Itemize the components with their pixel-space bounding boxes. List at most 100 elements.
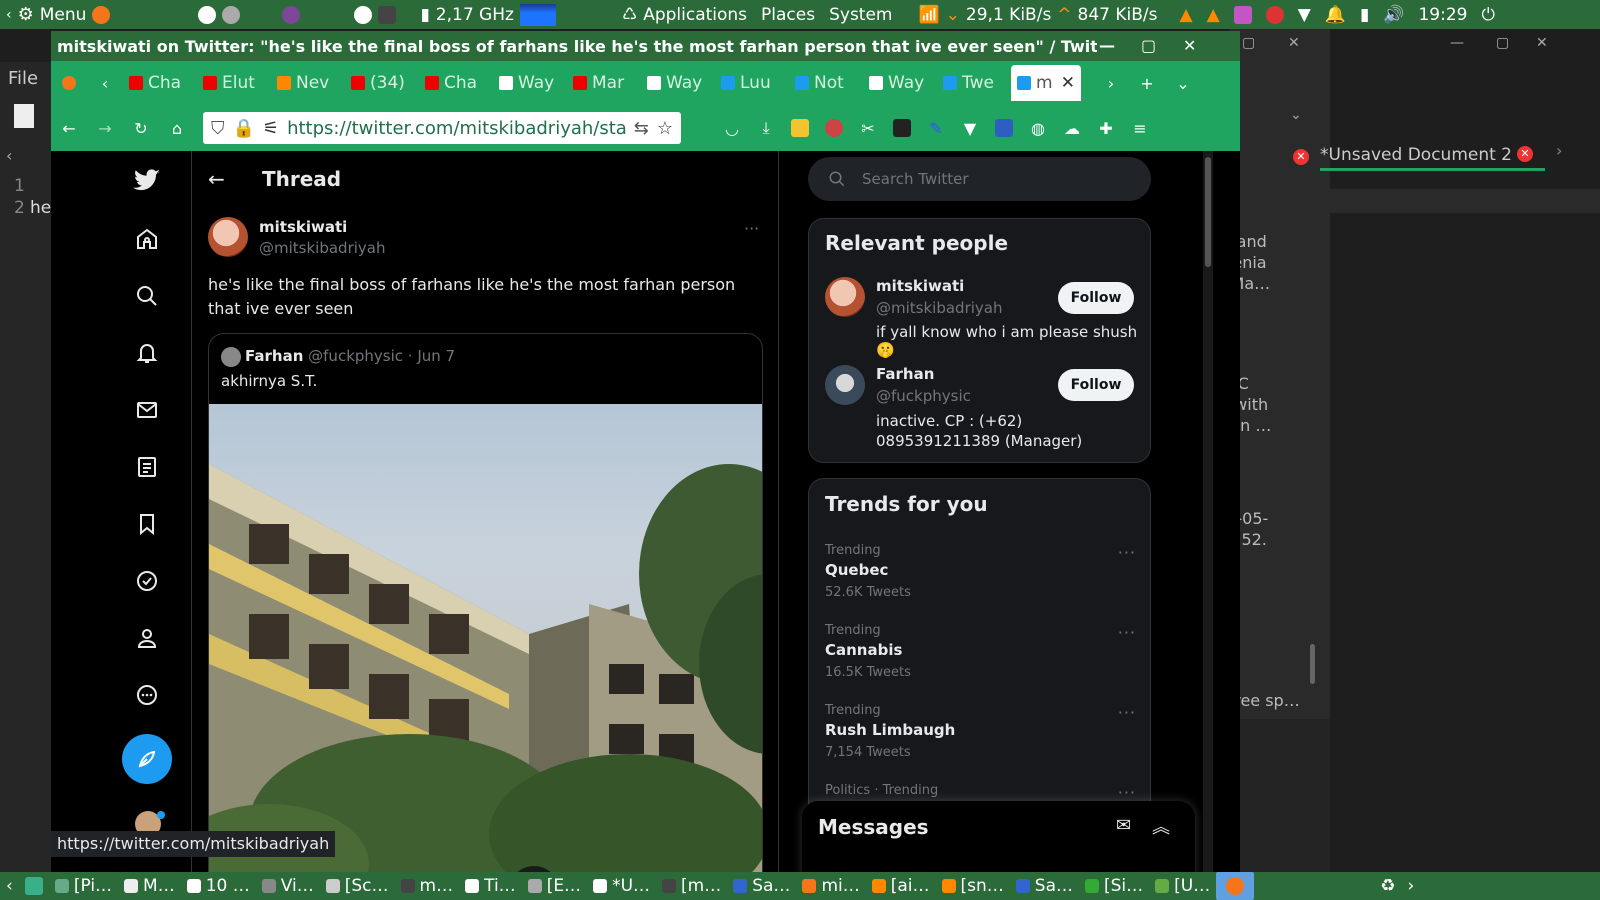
search-box[interactable]: Search Twitter	[808, 157, 1151, 201]
system-menu[interactable]: System	[829, 5, 892, 25]
task-item[interactable]: Vi…	[256, 872, 320, 900]
recorder-icon[interactable]	[1265, 5, 1284, 24]
url-bar[interactable]: ⛉ 🔒 ⚟ https://twitter.com/mitskibadriyah…	[203, 112, 681, 144]
home-nav-icon[interactable]	[131, 223, 163, 255]
scrollbar-thumb[interactable]	[1205, 157, 1211, 267]
task-item[interactable]: [sn…	[936, 872, 1010, 900]
trash-icon[interactable]: ♻	[1374, 872, 1401, 900]
media-applet-icon[interactable]	[1233, 5, 1252, 24]
home-icon[interactable]: ⌂	[159, 110, 195, 146]
firefox-launcher-icon[interactable]	[92, 5, 111, 24]
profile-icon[interactable]	[131, 622, 163, 654]
power-icon[interactable]: ⏻	[1481, 5, 1494, 25]
close-document-tab-icon[interactable]: ✕	[1517, 146, 1533, 162]
volume-icon[interactable]: 🔊	[1383, 5, 1404, 25]
person-name[interactable]: mitskiwati	[876, 277, 964, 295]
task-item[interactable]: [Pi…	[49, 872, 118, 900]
vlc-icon[interactable]: ▲	[1180, 5, 1193, 25]
tab-scroll-left-icon[interactable]: ‹	[87, 65, 123, 101]
tab-active[interactable]: m ✕	[1011, 65, 1081, 101]
close-icon[interactable]: ✕	[1288, 35, 1300, 51]
minimize-icon[interactable]: —	[1450, 35, 1464, 51]
tab-7[interactable]: Way	[641, 65, 715, 101]
task-item[interactable]: *U…	[587, 872, 656, 900]
applications-menu[interactable]: Applications	[643, 5, 747, 25]
task-item[interactable]: [ai…	[866, 872, 936, 900]
tracking-protection-icon[interactable]: ⛉	[211, 118, 225, 139]
task-item[interactable]: [Si…	[1079, 872, 1149, 900]
extension-4-icon[interactable]	[891, 117, 913, 139]
task-item[interactable]: M…	[118, 872, 181, 900]
restore-icon[interactable]: ▢	[1242, 35, 1255, 51]
trend-more-icon[interactable]: ···	[1118, 703, 1136, 722]
chevron-right-icon[interactable]: ›	[1556, 141, 1562, 160]
follow-button[interactable]: Follow	[1058, 282, 1134, 314]
permissions-icon[interactable]: ⚟	[263, 118, 279, 139]
scrollbar-thumb[interactable]	[1310, 644, 1315, 684]
reload-icon[interactable]: ↻	[123, 110, 159, 146]
firefox-view-icon[interactable]	[51, 65, 87, 101]
new-tab-icon[interactable]: +	[1129, 65, 1165, 101]
show-desktop-icon[interactable]	[19, 872, 49, 900]
maximize-icon[interactable]: ▢	[1141, 36, 1156, 55]
person-name[interactable]: Farhan	[876, 365, 934, 383]
translate-icon[interactable]: ⇆	[634, 118, 649, 139]
task-item[interactable]: m…	[395, 872, 460, 900]
close-tab-icon[interactable]: ✕	[1061, 73, 1075, 93]
explore-search-icon[interactable]	[131, 280, 163, 312]
more-options-icon[interactable]: ···	[744, 219, 759, 238]
chevron-down-icon[interactable]: ⌄	[1290, 107, 1302, 123]
close-icon-2[interactable]: ✕	[1536, 35, 1548, 51]
extension-2-icon[interactable]	[823, 117, 845, 139]
pocket-icon[interactable]: ◡	[721, 117, 743, 139]
terminal-icon[interactable]	[378, 5, 397, 24]
follow-button[interactable]: Follow	[1058, 369, 1134, 401]
twitter-logo-icon[interactable]	[131, 165, 163, 197]
task-item[interactable]: [m…	[656, 872, 727, 900]
quoted-tweet-photo[interactable]	[209, 404, 762, 872]
clock[interactable]: 19:29	[1418, 5, 1467, 25]
chevron-right-icon[interactable]: ›	[1401, 872, 1420, 900]
task-item[interactable]: Ti…	[459, 872, 522, 900]
compose-tweet-button[interactable]	[122, 734, 172, 784]
person-handle[interactable]: @fuckphysic	[876, 387, 971, 405]
tab-1[interactable]: Elut	[197, 65, 271, 101]
tab-9[interactable]: Not	[789, 65, 863, 101]
expand-chevrons-icon[interactable]: ︽	[1152, 813, 1170, 839]
task-item[interactable]: mi…	[796, 872, 865, 900]
chevron-left-icon[interactable]: ‹	[6, 146, 12, 165]
tab-11[interactable]: Twe	[937, 65, 1011, 101]
person-avatar[interactable]	[825, 277, 865, 317]
restore-icon-2[interactable]: ▢	[1496, 35, 1509, 51]
task-item[interactable]: Sa…	[1010, 872, 1079, 900]
tab-8[interactable]: Luu	[715, 65, 789, 101]
task-firefox-active[interactable]	[1216, 872, 1255, 900]
extension-9-icon[interactable]: ☁	[1061, 117, 1083, 139]
lists-icon[interactable]	[131, 451, 163, 483]
extension-8-icon[interactable]: ◍	[1027, 117, 1049, 139]
chevron-left-icon[interactable]: ‹	[0, 872, 19, 900]
back-arrow-icon[interactable]: ←	[208, 167, 225, 191]
messages-drawer[interactable]: Messages ✉ ︽	[802, 801, 1195, 872]
tweet-author-name[interactable]: mitskiwati	[259, 218, 347, 236]
extension-1-icon[interactable]	[789, 117, 811, 139]
trend-item[interactable]: Trending Cannabis 16.5K Tweets ···	[809, 623, 1150, 703]
more-circle-icon[interactable]	[131, 679, 163, 711]
wifi-tray-icon[interactable]: ▼	[1298, 5, 1311, 25]
person-handle[interactable]: @mitskibadriyah	[876, 299, 1002, 317]
forward-icon[interactable]: →	[87, 110, 123, 146]
tweet-author-handle[interactable]: @mitskibadriyah	[259, 239, 385, 257]
url-text[interactable]: https://twitter.com/mitskibadriyah/statu…	[287, 118, 626, 139]
tab-5[interactable]: Way	[493, 65, 567, 101]
tab-3[interactable]: (34)	[345, 65, 419, 101]
downloads-icon[interactable]: ⤓	[755, 117, 777, 139]
new-message-icon[interactable]: ✉	[1116, 815, 1131, 836]
tweet-author-avatar[interactable]	[208, 217, 248, 257]
bookmark-star-icon[interactable]: ☆	[657, 118, 673, 139]
extension-6-icon[interactable]: ▼	[959, 117, 981, 139]
file-menu[interactable]: File	[8, 68, 38, 89]
unsaved-document-tab[interactable]: *Unsaved Document 2	[1320, 141, 1545, 171]
trend-more-icon[interactable]: ···	[1118, 783, 1136, 802]
tab-10[interactable]: Way	[863, 65, 937, 101]
places-menu[interactable]: Places	[761, 5, 815, 25]
